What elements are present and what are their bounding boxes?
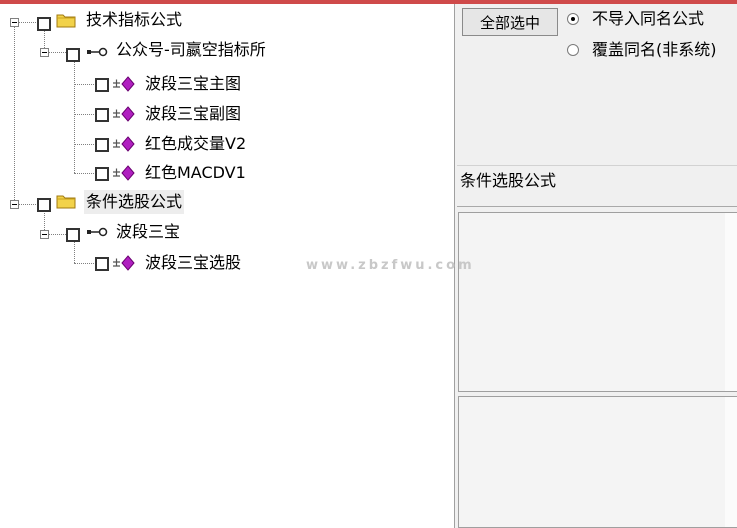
formula-icon <box>113 76 135 92</box>
tree-item-label[interactable]: 波段三宝副图 <box>143 102 243 126</box>
tree-item-label[interactable]: 红色成交量V2 <box>143 132 248 156</box>
radio-button[interactable] <box>567 13 579 25</box>
key-icon <box>87 227 108 237</box>
folder-icon <box>56 14 76 28</box>
tree-line <box>74 173 94 174</box>
tree-line <box>19 204 36 205</box>
formula-icon <box>113 106 135 122</box>
tree-subgroup-label[interactable]: 公众号-司嬴空指标所 <box>114 38 268 62</box>
key-icon <box>87 47 108 57</box>
tree-checkbox[interactable] <box>95 257 109 271</box>
folder-icon <box>56 195 76 209</box>
collapse-toggle[interactable] <box>40 48 49 57</box>
tree-line <box>74 241 75 263</box>
tree-line <box>48 234 66 235</box>
collapse-toggle[interactable] <box>10 200 19 209</box>
formula-parameter-box[interactable] <box>458 396 737 528</box>
collapse-toggle[interactable] <box>40 230 49 239</box>
formula-description-box[interactable] <box>458 212 737 392</box>
select-all-button[interactable]: 全部选中 <box>462 8 558 36</box>
tree-line <box>74 84 94 85</box>
tree-line <box>48 52 66 53</box>
section-label: 条件选股公式 <box>457 165 737 207</box>
tree-checkbox[interactable] <box>66 48 80 62</box>
formula-icon <box>113 136 135 152</box>
tree-line <box>19 22 36 23</box>
tree-line <box>74 263 94 264</box>
radio-label: 不导入同名公式 <box>592 9 705 28</box>
formula-icon <box>113 165 135 181</box>
tree-checkbox[interactable] <box>37 17 51 31</box>
radio-button[interactable] <box>567 44 579 56</box>
tree-group-label[interactable]: 技术指标公式 <box>84 8 184 32</box>
tree-item-label[interactable]: 波段三宝主图 <box>143 72 243 96</box>
tree-line <box>74 144 94 145</box>
formula-icon <box>113 255 135 271</box>
tree-checkbox[interactable] <box>66 228 80 242</box>
tree-line <box>14 22 15 204</box>
tree-item-label[interactable]: 波段三宝选股 <box>143 251 243 275</box>
tree-subgroup-label[interactable]: 波段三宝 <box>114 220 182 244</box>
radio-label: 覆盖同名(非系统) <box>592 40 717 59</box>
tree-item-label[interactable]: 红色MACDV1 <box>143 161 248 185</box>
tree-group-label[interactable]: 条件选股公式 <box>84 190 185 214</box>
tree-checkbox[interactable] <box>95 138 109 152</box>
tree-line <box>74 59 75 173</box>
tree-checkbox[interactable] <box>95 167 109 181</box>
tree-checkbox[interactable] <box>95 78 109 92</box>
collapse-toggle[interactable] <box>10 18 19 27</box>
tree-checkbox[interactable] <box>37 198 51 212</box>
tree-line <box>74 114 94 115</box>
watermark-text: www.zbzfwu.com <box>306 258 475 273</box>
tree-checkbox[interactable] <box>95 108 109 122</box>
